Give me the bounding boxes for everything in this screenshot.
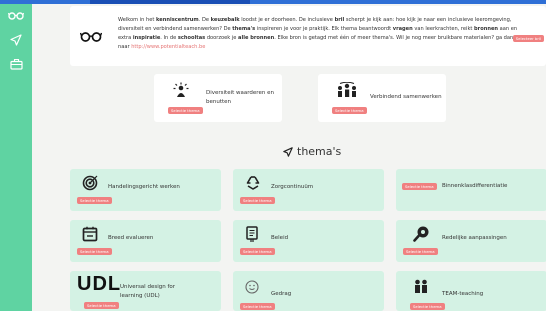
theme-card-title: Gedrag [271, 291, 292, 297]
document-icon [245, 226, 259, 247]
theme-card-title: Handelingsgericht werken [108, 184, 180, 190]
team-connect-icon [336, 81, 358, 102]
select-theme-button[interactable]: Selectie thema [77, 248, 112, 255]
theme-card-title: TEAM-teaching [442, 291, 484, 297]
select-theme-button[interactable]: Selectie thema [84, 302, 119, 309]
select-theme-button[interactable]: Selectie thema [77, 197, 112, 204]
theme-card-title: Zorgcontinuüm [271, 184, 314, 190]
intro-card: Welkom in het kenniscentrum. De keuzebal… [70, 6, 546, 66]
intro-text: Welkom in het kenniscentrum. De keuzebal… [118, 17, 518, 51]
select-theme-button[interactable]: Selectie thema [168, 107, 203, 114]
select-theme-button[interactable]: Selectie thema [410, 303, 445, 310]
theme-card-breed-evalueren[interactable]: Breed evalueren Selectie thema [70, 220, 221, 262]
featured-card-verbindend[interactable]: Verbindend samenwerken Selectie thema [318, 74, 446, 122]
target-icon [82, 175, 98, 195]
sidebar-item-schooltas[interactable] [6, 54, 26, 74]
theme-card-zorgcontinuum[interactable]: Zorgcontinuüm Selectie thema [233, 169, 384, 211]
send-icon [283, 146, 293, 157]
select-theme-button[interactable]: Selectie thema [403, 248, 438, 255]
section-title-text: thema's [297, 145, 342, 158]
briefcase-icon [9, 58, 23, 70]
select-bril-button[interactable]: Selecteer bril [512, 35, 544, 42]
theme-card-udl[interactable]: UDL Universal design for learning (UDL) … [70, 271, 221, 311]
smiley-icon [245, 279, 259, 298]
send-icon [10, 34, 22, 46]
featured-card-diversiteit[interactable]: Diversiteit waarderen en benutten Select… [154, 74, 282, 122]
glasses-icon [8, 12, 24, 20]
theme-card-title: Beleid [271, 235, 289, 241]
section-title-themas: thema's [283, 145, 341, 158]
external-link[interactable]: http://www.potentialteach.be [131, 44, 205, 50]
calendar-icon [82, 226, 98, 246]
theme-card-handelingsgericht[interactable]: Handelingsgericht werken Selectie thema [70, 169, 221, 211]
recycle-icon [245, 175, 261, 195]
people-diversity-icon [172, 82, 190, 102]
theme-card-redelijke-aanpassingen[interactable]: Redelijke aanpassingen Selectie thema [396, 220, 546, 262]
sidebar [0, 4, 32, 311]
theme-card-binnenklasdifferentiatie[interactable]: Binnenklasdifferentiatie Selectie thema [396, 169, 546, 211]
theme-card-team-teaching[interactable]: TEAM-teaching Selectie thema [396, 271, 546, 311]
featured-card-title: Diversiteit waarderen en benutten [206, 90, 274, 105]
theme-card-title: Breed evalueren [108, 235, 154, 241]
team-icon [413, 278, 429, 298]
theme-card-gedrag[interactable]: Gedrag Selectie thema [233, 271, 384, 311]
theme-card-title: Binnenklasdifferentiatie [442, 183, 508, 189]
wrench-icon [413, 226, 430, 246]
sidebar-item-bril[interactable] [6, 6, 26, 26]
theme-card-title: Redelijke aanpassingen [442, 235, 507, 241]
top-bar-highlight [90, 0, 250, 4]
featured-card-title: Verbindend samenwerken [370, 94, 442, 100]
select-theme-button[interactable]: Selectie thema [332, 107, 367, 114]
theme-card-title: Universal design for learning (UDL) [120, 284, 176, 299]
select-theme-button[interactable]: Selectie thema [240, 197, 275, 204]
select-theme-button[interactable]: Selectie thema [240, 248, 275, 255]
theme-card-beleid[interactable]: Beleid Selectie thema [233, 220, 384, 262]
glasses-icon [79, 28, 103, 47]
sidebar-item-themas[interactable] [6, 30, 26, 50]
top-bar [0, 0, 546, 4]
select-theme-button[interactable]: Selectie thema [402, 183, 437, 190]
select-theme-button[interactable]: Selectie thema [240, 303, 275, 310]
udl-logo: UDL [77, 273, 122, 295]
